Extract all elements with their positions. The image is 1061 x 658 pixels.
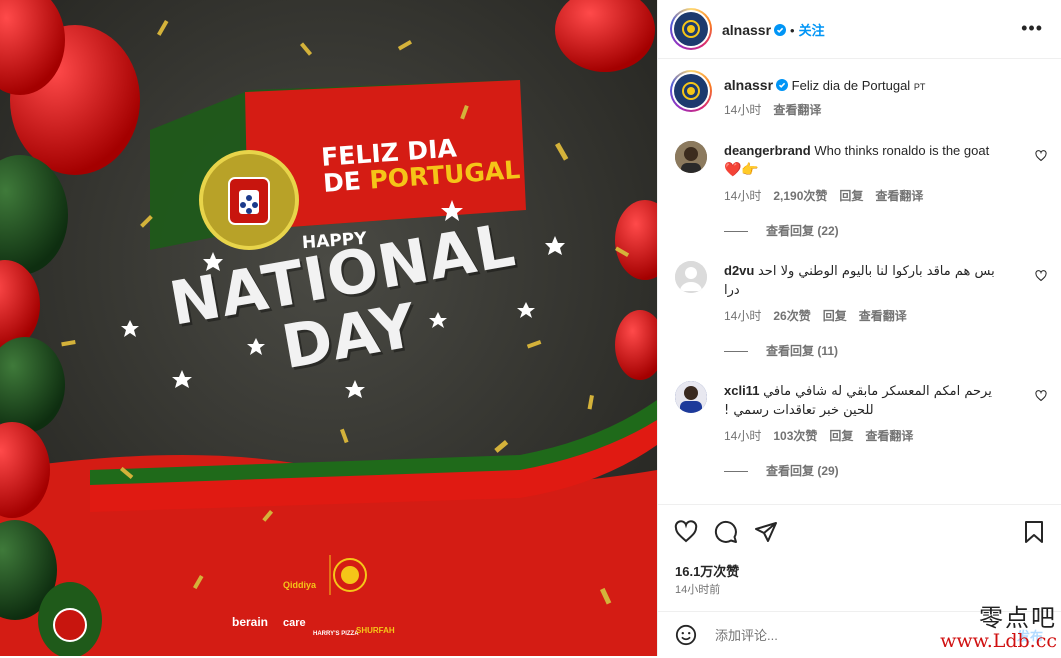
comment-text: يرحم امكم المعسكر مابقي له شافي مافي للح…	[724, 384, 992, 418]
comment-bubble-icon[interactable]	[714, 520, 738, 544]
comment-username[interactable]: d2vu	[724, 263, 754, 278]
post-side-panel: alnassr • 关注 ••• alnassr Feliz dia de Port…	[657, 0, 1061, 656]
comment-text-row: deangerbrand Who thinks ronaldo is the g…	[724, 142, 1014, 179]
header-title-row: alnassr • 关注	[722, 20, 825, 40]
translate-link[interactable]: 查看翻译	[875, 189, 923, 203]
like-comment-heart-icon[interactable]	[1035, 150, 1047, 162]
comment-text: بس هم ماقد باركوا لنا باليوم الوطني ولا …	[724, 264, 995, 298]
comment-likes[interactable]: 26次赞	[773, 309, 810, 323]
comment-likes[interactable]: 2,190次赞	[773, 189, 827, 203]
comment-avatar[interactable]	[675, 261, 707, 293]
sponsor-berain: berain	[232, 615, 269, 629]
comment-likes[interactable]: 103次赞	[773, 429, 817, 443]
comment-time: 14小时	[724, 309, 762, 323]
separator-dot: •	[790, 23, 795, 38]
translate-link[interactable]: 查看翻译	[865, 429, 913, 443]
comment-item: deangerbrand Who thinks ronaldo is the g…	[675, 141, 1047, 241]
watermark: 零点吧 www.Ldb.cc	[940, 606, 1057, 651]
emoji-smiley-icon[interactable]	[675, 624, 697, 646]
comment-meta: 14小时 26次赞 回复 查看翻译	[724, 307, 919, 324]
share-paper-plane-icon[interactable]	[754, 520, 778, 544]
headline-de: DE	[322, 165, 371, 198]
sponsor-harrys: HARRY'S PIZZA	[313, 631, 359, 637]
caption: alnassr Feliz dia de Portugal PT 14小时 查看翻…	[670, 70, 1047, 120]
comment-username[interactable]: xcli11	[724, 383, 759, 398]
comment-emoji: ❤️👉	[724, 161, 759, 177]
sponsor-shurfah: SHURFAH	[356, 626, 395, 635]
user-photo-icon	[675, 141, 707, 173]
reply-button[interactable]: 回复	[829, 429, 853, 443]
caption-meta: 14小时 查看翻译	[724, 101, 833, 118]
instagram-post-dialog: FELIZ DIA DE PORTUGAL HAPPY NATIONAL DAY…	[0, 0, 1061, 656]
alnassr-logo-icon	[682, 20, 700, 38]
comment-meta: 14小时 103次赞 回复 查看翻译	[724, 427, 925, 444]
caption-text-row: alnassr Feliz dia de Portugal PT	[724, 76, 1014, 96]
comment-meta: 14小时 2,190次赞 回复 查看翻译	[724, 187, 935, 204]
verified-badge-icon	[776, 79, 789, 91]
reply-button[interactable]: 回复	[839, 189, 863, 203]
watermark-url: www.Ldb.cc	[940, 630, 1057, 652]
more-options-icon[interactable]: •••	[1021, 18, 1043, 39]
comment-time: 14小时	[724, 429, 762, 443]
follow-button[interactable]: 关注	[799, 23, 825, 38]
comment-text: Who thinks ronaldo is the goat	[814, 143, 990, 158]
post-time-ago: 14小时前	[675, 584, 721, 596]
like-count[interactable]: 16.1万次赞	[675, 561, 739, 580]
default-avatar-icon	[675, 261, 707, 293]
header-username[interactable]: alnassr	[722, 22, 771, 38]
reply-button[interactable]: 回复	[823, 309, 847, 323]
sponsor-care: care	[283, 617, 306, 629]
comment-avatar[interactable]	[675, 381, 707, 413]
caption-translate-link[interactable]: 查看翻译	[773, 103, 821, 117]
comment-item: d2vu بس هم ماقد باركوا لنا باليوم الوطني…	[675, 261, 1047, 361]
replies-line	[724, 351, 748, 353]
comment-text-row: xcli11 يرحم امكم المعسكر مابقي له شافي م…	[724, 382, 1014, 420]
caption-text: Feliz dia de Portugal	[791, 78, 911, 93]
view-replies-button[interactable]: 查看回复 (11)	[724, 342, 838, 359]
watermark-chinese: 零点吧	[979, 604, 1057, 632]
view-replies-button[interactable]: 查看回复 (29)	[724, 462, 839, 479]
user-photo-icon	[675, 381, 707, 413]
flag-pt: PT	[913, 82, 926, 92]
save-bookmark-icon[interactable]	[1023, 520, 1045, 544]
like-heart-icon[interactable]	[674, 520, 698, 544]
verified-badge-icon	[774, 24, 787, 36]
replies-line	[724, 231, 748, 233]
replies-line	[724, 471, 748, 473]
comment-time: 14小时	[724, 189, 762, 203]
comment-item: xcli11 يرحم امكم المعسكر مابقي له شافي م…	[675, 381, 1047, 481]
add-comment-input[interactable]	[713, 624, 957, 646]
view-replies-button[interactable]: 查看回复 (22)	[724, 222, 839, 239]
comment-text-row: d2vu بس هم ماقد باركوا لنا باليوم الوطني…	[724, 262, 1014, 300]
view-replies-label: 查看回复 (22)	[766, 224, 839, 238]
sponsor-qiddiya: Qiddiya	[283, 580, 317, 590]
like-comment-heart-icon[interactable]	[1035, 270, 1047, 282]
account-avatar[interactable]	[670, 8, 712, 50]
view-replies-label: 查看回复 (29)	[766, 464, 839, 478]
post-image[interactable]: FELIZ DIA DE PORTUGAL HAPPY NATIONAL DAY…	[0, 0, 657, 656]
comment-username[interactable]: deangerbrand	[724, 143, 811, 158]
caption-username[interactable]: alnassr	[724, 77, 773, 93]
caption-avatar[interactable]	[670, 70, 712, 112]
like-comment-heart-icon[interactable]	[1035, 390, 1047, 402]
view-replies-label: 查看回复 (11)	[766, 344, 839, 358]
post-header: alnassr • 关注 •••	[658, 0, 1061, 59]
caption-time: 14小时	[724, 103, 762, 117]
translate-link[interactable]: 查看翻译	[859, 309, 907, 323]
comment-avatar[interactable]	[675, 141, 707, 173]
alnassr-logo-icon	[682, 82, 700, 100]
